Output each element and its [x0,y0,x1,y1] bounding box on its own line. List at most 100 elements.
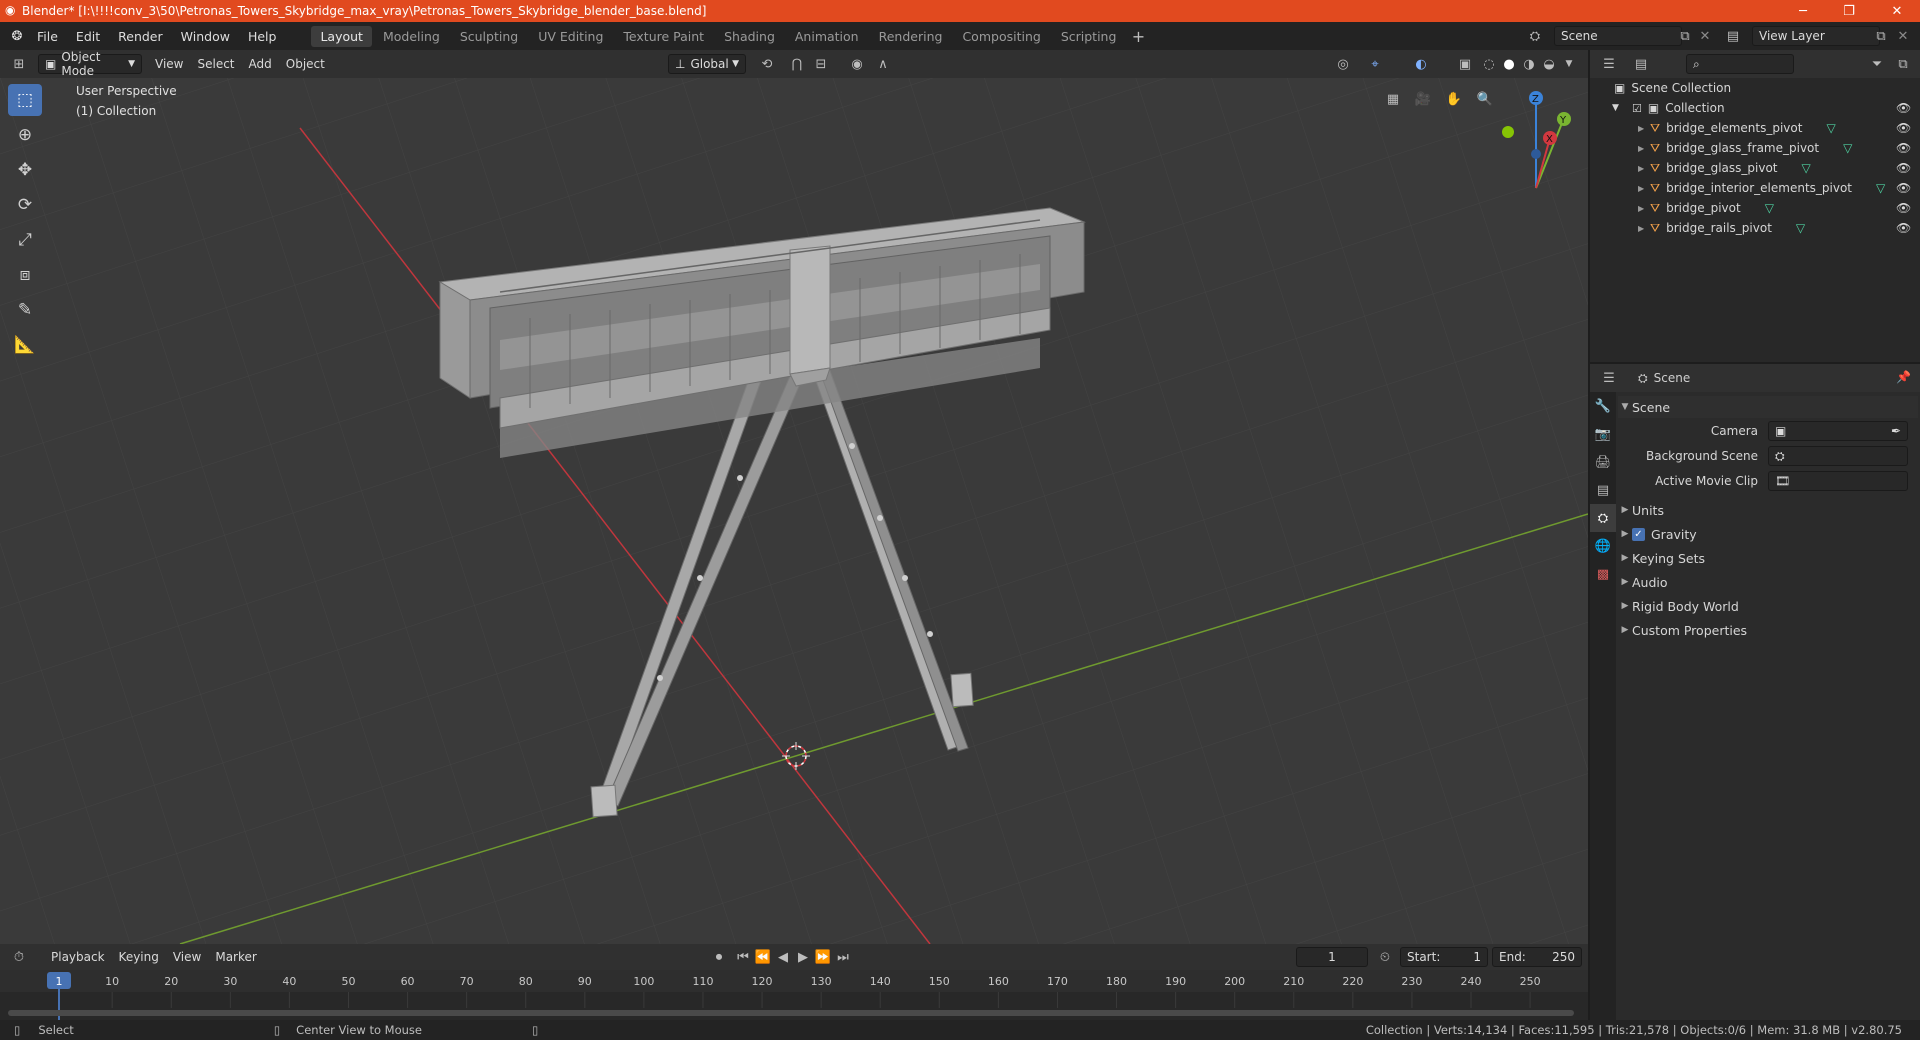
menu-render[interactable]: Render [109,29,172,44]
viewport-menu-object[interactable]: Object [279,57,332,71]
new-view-layer-icon[interactable]: ⧉ [1870,25,1892,47]
expand-icon[interactable]: ▶ [1638,144,1650,153]
jump-keyframe-back-icon[interactable]: ⏪ [752,946,774,968]
select-box-tool[interactable]: ⬚ [8,84,42,116]
tab-rendering[interactable]: Rendering [870,26,952,47]
world-tab-icon[interactable]: 🌐 [1590,532,1616,560]
record-icon[interactable]: ⏺ [708,946,730,968]
eye-icon[interactable]: 👁 [1896,141,1911,155]
toggle-grid-view-icon[interactable]: ▦ [1382,88,1404,110]
timeline-menu-marker[interactable]: Marker [208,950,263,964]
proportional-edit-icon[interactable]: ◉ [846,53,868,75]
timeline-menu-view[interactable]: View [166,950,208,964]
delete-view-layer-icon[interactable]: ✕ [1892,25,1914,47]
transform-orientation-selector[interactable]: ⊥ Global ▼ [668,54,746,74]
frame-ruler[interactable]: 1 10 20 30 40 50 60 70 80 90 100 110 120 130 140 150 160… [0,970,1588,1020]
view-layer-selector[interactable]: View Layer [1752,26,1880,46]
audio-section[interactable]: ▶ Audio [1618,571,1918,593]
expand-icon[interactable]: ▶ [1638,124,1650,133]
outliner-item[interactable]: ▶ ⛛ bridge_elements_pivot ▽ 👁 [1590,118,1920,138]
eye-icon[interactable]: 👁 [1896,101,1911,115]
camera-field[interactable]: ▣ ✒ [1768,421,1908,441]
pan-view-icon[interactable]: ✋ [1443,88,1465,110]
tab-modeling[interactable]: Modeling [374,26,449,47]
material-shading-icon[interactable]: ◑ [1518,53,1540,75]
mode-selector[interactable]: ▣ Object Mode ▼ [38,50,142,78]
viewport-menu-add[interactable]: Add [242,57,279,71]
jump-start-icon[interactable]: ⏮ [732,946,754,968]
scene-icon[interactable]: ⛭ [1524,25,1546,47]
tab-uv-editing[interactable]: UV Editing [529,26,612,47]
add-workspace-icon[interactable]: + [1127,25,1149,47]
outliner-item[interactable]: ▶ ⛛ bridge_pivot ▽ 👁 [1590,198,1920,218]
custom-properties-section[interactable]: ▶ Custom Properties [1618,619,1918,641]
tab-compositing[interactable]: Compositing [953,26,1049,47]
zoom-view-icon[interactable]: 🔍 [1474,88,1496,110]
units-section[interactable]: ▶ Units [1618,499,1918,521]
close-button[interactable]: ✕ [1874,0,1920,22]
end-frame-field[interactable]: End: 250 [1492,947,1582,967]
menu-help[interactable]: Help [239,29,286,44]
tab-layout[interactable]: Layout [311,25,372,47]
falloff-icon[interactable]: ∧ [872,53,894,75]
render-tab-icon[interactable]: 📷 [1590,420,1616,448]
start-frame-field[interactable]: Start: 1 [1400,947,1488,967]
menu-window[interactable]: Window [172,29,239,44]
gravity-checkbox[interactable]: ✓ [1632,527,1645,541]
preview-range-icon[interactable]: ⏲ [1374,946,1396,968]
3d-viewport[interactable]: Z Y X User Perspective (1) Collection ▦ … [0,78,1588,944]
outliner-collection[interactable]: ▼ ☑ ▣ Collection 👁 [1590,98,1920,118]
eyedropper-icon[interactable]: ✒ [1891,424,1901,438]
outliner-item[interactable]: ▶ ⛛ bridge_rails_pivot ▽ 👁 [1590,218,1920,238]
display-mode-icon[interactable]: ▤ [1630,53,1652,75]
transform-tool[interactable]: ⧈ [8,259,42,291]
camera-view-icon[interactable]: 🎥 [1412,88,1434,110]
eye-icon[interactable]: 👁 [1896,201,1911,215]
rotate-tool[interactable]: ⟳ [8,189,42,221]
tab-sculpting[interactable]: Sculpting [451,26,527,47]
movie-clip-field[interactable]: 🎞 [1768,471,1908,491]
wireframe-shading-icon[interactable]: ◌ [1478,53,1500,75]
annotate-tool[interactable]: ✎ [8,294,42,326]
snap-target-icon[interactable]: ⊟ [810,53,832,75]
eye-icon[interactable]: 👁 [1896,121,1911,135]
rigid-body-world-section[interactable]: ▶ Rigid Body World [1618,595,1918,617]
pin-icon[interactable]: 📌 [1896,370,1911,384]
background-scene-field[interactable]: ⛭ [1768,446,1908,466]
delete-scene-icon[interactable]: ✕ [1694,25,1716,47]
keying-sets-section[interactable]: ▶ Keying Sets [1618,547,1918,569]
view-layer-icon[interactable]: ▤ [1722,25,1744,47]
expand-icon[interactable]: ▼ [1612,103,1626,113]
jump-end-icon[interactable]: ⏭ [832,946,854,968]
shading-options-icon[interactable]: ▼ [1558,53,1580,75]
menu-file[interactable]: File [28,29,67,44]
xray-icon[interactable]: ▣ [1454,53,1476,75]
scene-panel-header[interactable]: ▼ Scene [1618,396,1918,418]
timeline-menu-playback[interactable]: Playback [44,950,112,964]
menu-edit[interactable]: Edit [67,29,109,44]
collection-checkbox[interactable]: ☑ [1632,102,1642,115]
viewport-menu-select[interactable]: Select [190,57,241,71]
measure-tool[interactable]: 📐 [8,329,42,361]
new-scene-icon[interactable]: ⧉ [1674,25,1696,47]
outliner-search-input[interactable]: ⌕ [1686,54,1794,74]
eye-icon[interactable]: 👁 [1896,161,1911,175]
cursor-tool[interactable]: ⊕ [8,119,42,151]
solid-shading-icon[interactable]: ● [1498,53,1520,75]
new-collection-icon[interactable]: ⧉ [1892,53,1914,75]
viewport-menu-view[interactable]: View [148,57,190,71]
tab-shading[interactable]: Shading [715,26,784,47]
timeline-scrollbar[interactable] [8,1010,1574,1016]
blender-menu-icon[interactable]: ❂ [6,25,28,47]
restore-button[interactable]: ❐ [1826,0,1872,22]
scale-tool[interactable]: ⤢ [8,224,42,256]
timeline-editor-icon[interactable]: ⏱ [8,946,30,968]
tab-scripting[interactable]: Scripting [1052,26,1126,47]
gizmo-toggle-icon[interactable]: ⌖ [1364,53,1386,75]
minimize-button[interactable]: ─ [1780,0,1826,22]
overlay-toggle-icon[interactable]: ◐ [1410,53,1432,75]
tab-texture-paint[interactable]: Texture Paint [614,26,713,47]
outliner-editor-icon[interactable]: ☰ [1598,53,1620,75]
editor-type-icon[interactable]: ⊞ [8,53,30,75]
scene-tab-icon[interactable]: ⛭ [1590,504,1616,532]
